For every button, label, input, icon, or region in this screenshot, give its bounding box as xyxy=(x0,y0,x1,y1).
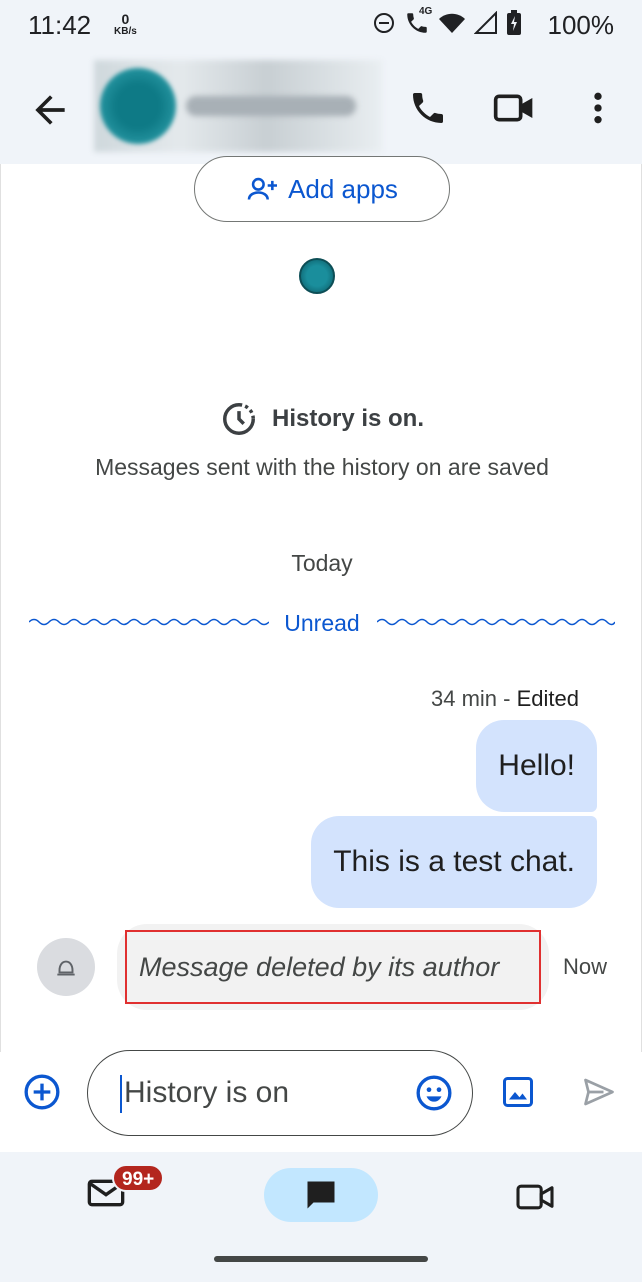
phone-icon xyxy=(413,93,443,123)
battery-charging-icon xyxy=(507,10,521,35)
app-avatar-icon xyxy=(299,258,335,294)
outgoing-message[interactable]: Hello! xyxy=(476,720,597,812)
send-button[interactable] xyxy=(580,1074,618,1110)
videocam-icon xyxy=(493,94,533,122)
chat-area[interactable]: Add apps History is on. Messages sent wi… xyxy=(0,156,642,1052)
status-time: 11:42 xyxy=(28,10,92,40)
back-button[interactable] xyxy=(28,88,72,132)
network-speed-value: 0 xyxy=(121,11,130,27)
more-options-button[interactable] xyxy=(584,88,612,128)
send-icon xyxy=(584,1078,614,1106)
person-add-icon xyxy=(247,177,278,200)
deleted-message-text: Message deleted by its author xyxy=(139,951,500,982)
add-apps-label: Add apps xyxy=(288,173,398,204)
contact-name-redacted xyxy=(186,96,356,116)
edited-label: Edited xyxy=(516,686,579,711)
nav-chat-tab[interactable] xyxy=(264,1168,378,1222)
message-time: 34 min xyxy=(431,686,498,711)
wifi-icon xyxy=(439,13,465,33)
emoji-icon xyxy=(416,1075,452,1111)
network-speed: 0 KB/s xyxy=(114,12,137,37)
history-subtitle: Messages sent with the history on are sa… xyxy=(95,454,549,480)
add-circle-icon xyxy=(24,1074,60,1110)
deleted-message-time: Now xyxy=(563,954,608,979)
video-call-button[interactable] xyxy=(492,88,536,128)
chat-icon xyxy=(307,1181,335,1209)
message-input[interactable]: History is on xyxy=(120,1075,289,1113)
unread-wave-right xyxy=(377,618,615,626)
videocam-outline-icon xyxy=(516,1184,554,1210)
arrow-back-icon xyxy=(35,95,65,125)
do-not-disturb-icon xyxy=(374,13,394,33)
network-speed-unit: KB/s xyxy=(114,26,137,37)
date-separator: Today xyxy=(291,550,353,576)
home-indicator[interactable] xyxy=(214,1256,428,1262)
status-icons: 4G xyxy=(372,6,522,36)
outgoing-message[interactable]: This is a test chat. xyxy=(311,816,597,908)
emoji-button[interactable] xyxy=(414,1073,454,1113)
message-input-field[interactable]: History is on xyxy=(87,1050,473,1136)
sender-avatar[interactable] xyxy=(37,938,95,996)
add-attachment-button[interactable] xyxy=(22,1072,62,1112)
add-image-button[interactable] xyxy=(500,1074,536,1110)
app-bar xyxy=(0,52,642,164)
contact-avatar[interactable] xyxy=(100,68,176,144)
message-meta-separator: - xyxy=(497,686,517,711)
history-status: History is on. xyxy=(1,400,642,438)
more-vert-icon xyxy=(594,92,602,124)
person-placeholder-icon xyxy=(57,960,75,976)
message-text: This is a test chat. xyxy=(333,845,575,878)
image-icon xyxy=(503,1077,533,1107)
nav-meet-tab[interactable] xyxy=(514,1180,556,1214)
add-apps-button[interactable]: Add apps xyxy=(194,156,450,222)
network-type-label: 4G xyxy=(419,6,433,17)
message-text: Hello! xyxy=(498,749,575,782)
mail-unread-badge: 99+ xyxy=(112,1164,165,1192)
composer: History is on xyxy=(0,1050,642,1152)
call-button[interactable] xyxy=(408,88,448,128)
cell-signal-icon xyxy=(474,11,497,34)
unread-divider: Unread xyxy=(29,610,615,638)
deleted-message-highlight: Message deleted by its author xyxy=(125,930,541,1004)
history-icon xyxy=(223,403,255,435)
status-bar: 11:42 0 KB/s 4G 100% xyxy=(0,0,642,52)
battery-percent: 100% xyxy=(547,10,615,40)
volte-call-icon: 4G xyxy=(404,6,432,36)
bottom-navigation: 99+ xyxy=(0,1152,642,1282)
history-title: History is on. xyxy=(271,405,425,432)
message-meta: 34 min - Edited xyxy=(431,686,579,712)
